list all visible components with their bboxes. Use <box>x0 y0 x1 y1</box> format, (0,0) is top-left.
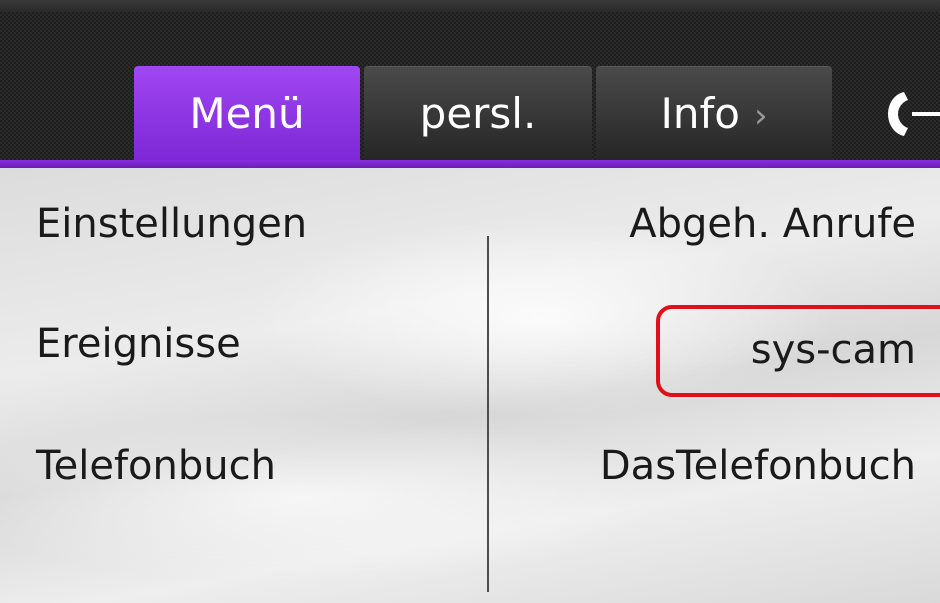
menu-item-abgeh-anrufe[interactable]: Abgeh. Anrufe <box>629 204 916 244</box>
phone-display: Menü persl. Info › Einstellungen Ereigni… <box>0 0 940 603</box>
tab-menu[interactable]: Menü <box>134 66 360 160</box>
tab-personal[interactable]: persl. <box>364 66 592 160</box>
menu-item-das-telefonbuch[interactable]: DasTelefonbuch <box>600 446 916 486</box>
column-divider <box>487 236 489 592</box>
tab-info[interactable]: Info › <box>596 66 832 160</box>
accent-line <box>0 160 940 168</box>
tab-menu-label: Menü <box>189 88 305 138</box>
tab-personal-label: persl. <box>419 89 537 138</box>
header-bar: Menü persl. Info › <box>0 0 940 160</box>
menu-item-sys-cam[interactable]: sys-cam <box>751 330 916 370</box>
tab-info-label: Info <box>660 89 740 138</box>
menu-item-einstellungen[interactable]: Einstellungen <box>36 204 307 244</box>
status-strip <box>0 0 940 12</box>
menu-item-ereignisse[interactable]: Ereignisse <box>36 324 241 364</box>
phone-handset-icon[interactable] <box>882 86 940 142</box>
chevron-right-icon: › <box>753 95 768 136</box>
menu-item-telefonbuch[interactable]: Telefonbuch <box>36 446 276 486</box>
